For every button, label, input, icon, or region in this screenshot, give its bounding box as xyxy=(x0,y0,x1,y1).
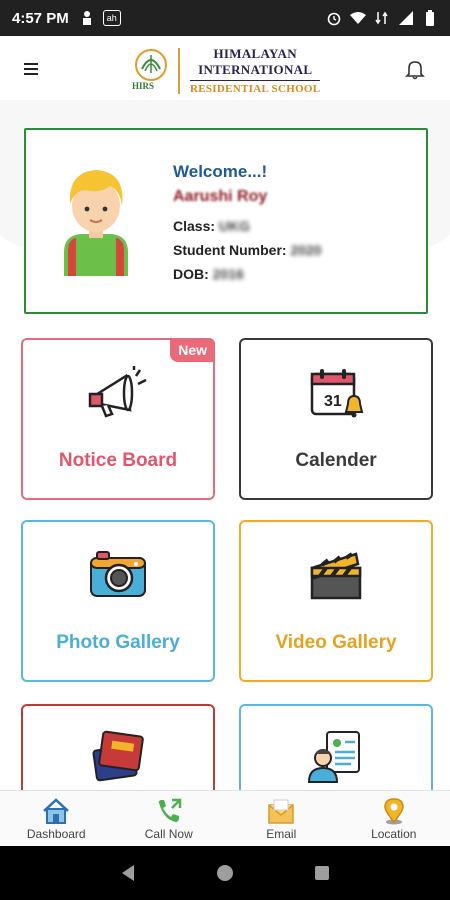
home-circle-icon[interactable] xyxy=(215,863,235,883)
class-row: Class: UKG xyxy=(173,218,250,234)
tile-label-notice-board: Notice Board xyxy=(58,450,178,471)
battery-icon xyxy=(422,10,438,26)
megaphone-icon xyxy=(88,366,148,425)
school-emblem-icon: HIRS xyxy=(130,47,172,95)
calendar-date-text: 31 xyxy=(324,393,342,410)
home-icon xyxy=(43,798,70,824)
wifi-icon xyxy=(350,10,366,26)
class-value: UKG xyxy=(218,218,251,234)
welcome-text: Welcome...! xyxy=(173,162,268,181)
tile-label-photo-gallery: Photo Gallery xyxy=(56,632,180,653)
calendar-icon: 31 xyxy=(308,366,364,427)
logo-emblem-text: HIRS xyxy=(132,80,155,91)
data-icon xyxy=(374,10,390,26)
bell-icon[interactable] xyxy=(404,58,426,80)
nav-location[interactable]: Location xyxy=(338,791,450,846)
new-badge: New xyxy=(170,338,215,362)
student-number-label: Student Number: xyxy=(173,242,287,258)
system-navigation-bar xyxy=(0,846,450,900)
nav-call-now-label: Call Now xyxy=(144,827,193,841)
recents-icon[interactable] xyxy=(312,863,332,883)
dob-row: DOB: 2016 xyxy=(173,266,244,282)
nav-call-now[interactable]: Call Now xyxy=(113,791,226,846)
tile-calender[interactable]: 31 Calender xyxy=(239,338,433,500)
tile-label-video-gallery: Video Gallery xyxy=(275,632,397,653)
back-icon[interactable] xyxy=(118,863,138,883)
clapperboard-icon xyxy=(308,548,364,605)
status-time: 4:57 PM xyxy=(12,9,69,27)
logo-title-line1: HIMALAYAN xyxy=(213,46,297,61)
nav-dashboard[interactable]: Dashboard xyxy=(0,791,113,846)
status-bar: 4:57 PM ah xyxy=(0,0,450,36)
student-number-value: 2020 xyxy=(290,242,322,258)
nav-location-label: Location xyxy=(371,827,417,841)
camera-icon xyxy=(89,548,147,603)
square-app-icon: ah xyxy=(102,10,121,26)
class-label: Class: xyxy=(173,218,216,234)
student-number-row: Student Number: 2020 xyxy=(173,242,322,258)
student-avatar xyxy=(56,164,136,276)
logo-divider xyxy=(178,47,180,94)
profile-document-icon xyxy=(307,728,365,789)
hamburger-menu-icon[interactable] xyxy=(24,60,46,80)
student-name: Aarushi Roy xyxy=(173,188,268,205)
phone-icon xyxy=(158,798,181,822)
logo-title-line3: RESIDENTIAL SCHOOL xyxy=(190,80,321,95)
student-profile-card[interactable]: Welcome...! Aarushi Roy Class: UKG Stude… xyxy=(24,128,428,314)
signal-icon xyxy=(398,10,414,26)
books-icon xyxy=(89,728,147,789)
dob-value: 2016 xyxy=(212,266,244,282)
person-icon xyxy=(79,10,95,26)
logo-title-line2: INTERNATIONAL xyxy=(198,62,313,77)
tile-notice-board[interactable]: New Notice Board xyxy=(21,338,215,500)
tile-video-gallery[interactable]: Video Gallery xyxy=(239,520,433,682)
bottom-navigation: Dashboard Call Now Email Location xyxy=(0,790,450,846)
dob-label: DOB: xyxy=(173,266,209,282)
nav-dashboard-label: Dashboard xyxy=(26,827,86,841)
tile-photo-gallery[interactable]: Photo Gallery xyxy=(21,520,215,682)
app-header: HIRS HIMALAYAN INTERNATIONAL RESIDENTIAL… xyxy=(0,36,450,108)
location-pin-icon xyxy=(383,798,404,825)
nav-email-label: Email xyxy=(266,827,297,841)
mail-icon xyxy=(268,799,294,824)
school-logo: HIRS HIMALAYAN INTERNATIONAL RESIDENTIAL… xyxy=(130,46,321,95)
nav-email[interactable]: Email xyxy=(225,791,338,846)
alarm-icon xyxy=(326,10,342,26)
tile-label-calender: Calender xyxy=(295,450,377,471)
